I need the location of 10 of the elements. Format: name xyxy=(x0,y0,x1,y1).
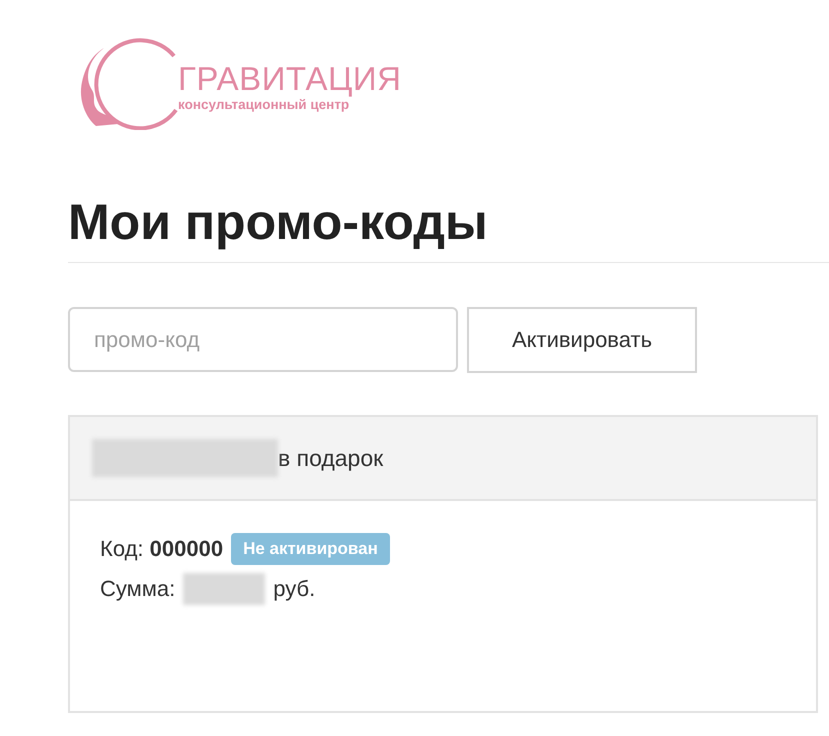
page-title: Мои промо-коды xyxy=(68,193,489,252)
card-title: в подарок xyxy=(278,444,384,472)
logo-tagline: консультационный центр xyxy=(178,97,350,112)
activate-button[interactable]: Активировать xyxy=(467,307,697,373)
promo-code-text: Код: 000000 xyxy=(100,536,224,562)
logo-name: ГРАВИТАЦИЯ xyxy=(178,62,402,95)
sum-unit: руб. xyxy=(273,576,316,602)
status-badge: Не активирован xyxy=(231,533,390,565)
promo-code-field[interactable]: промо-код xyxy=(68,307,458,372)
sum-label: Сумма: xyxy=(100,576,176,602)
